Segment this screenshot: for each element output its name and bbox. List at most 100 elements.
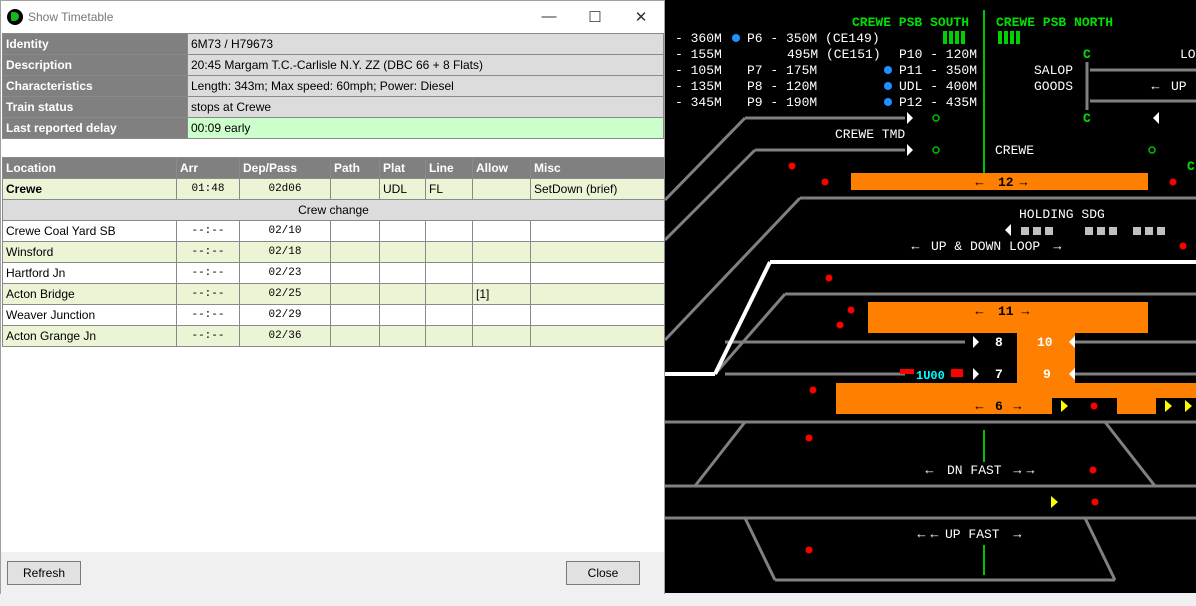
table-row[interactable]: Winsford --:-- 02/18 [2, 241, 665, 263]
cell-allow [472, 304, 531, 326]
cell-plat: UDL [379, 178, 426, 200]
cell-allow [472, 241, 531, 263]
label-up-fast: UP FAST [945, 527, 1000, 542]
cell-arr: --:-- [176, 325, 240, 347]
platform-11: 11 [998, 304, 1014, 319]
length-text: - 345M [675, 95, 722, 110]
show-timetable-dialog: Show Timetable — ☐ ✕ Identity 6M73 / H79… [0, 0, 665, 594]
info-value: stops at Crewe [187, 96, 664, 118]
svg-text:←: ← [909, 238, 922, 253]
length-text: P6 - 350M (CE149) [747, 31, 880, 46]
railway-app-icon [7, 8, 23, 25]
svg-text:←: ← [973, 398, 986, 413]
close-window-button[interactable]: ✕ [618, 2, 664, 32]
column-header-allow[interactable]: Allow [472, 157, 531, 179]
cell-plat [379, 304, 426, 326]
column-header-location[interactable]: Location [2, 157, 177, 179]
track-diagram[interactable]: CREWE PSB SOUTH CREWE PSB NORTH - 360M -… [665, 0, 1196, 593]
platform-12: 12 [998, 175, 1014, 190]
cell-line [425, 220, 473, 242]
svg-text:→: → [1019, 303, 1032, 318]
info-label: Description [2, 54, 188, 76]
info-row-identity: Identity 6M73 / H79673 [2, 33, 664, 55]
cell-path [330, 220, 380, 242]
info-value: 20:45 Margam T.C.-Carlisle N.Y. ZZ (DBC … [187, 54, 664, 76]
length-text: P9 - 190M [747, 95, 817, 110]
svg-text:→: → [1017, 174, 1030, 189]
table-row[interactable]: Acton Bridge --:-- 02/25 [1] [2, 283, 665, 305]
train-info-table: Identity 6M73 / H79673 Description 20:45… [2, 33, 664, 139]
label-up-down-loop: UP & DOWN LOOP [931, 239, 1040, 254]
close-button[interactable]: Close [566, 561, 640, 585]
table-row[interactable]: Crewe Coal Yard SB --:-- 02/10 [2, 220, 665, 242]
column-header-arr[interactable]: Arr [176, 157, 240, 179]
cell-line [425, 283, 473, 305]
length-text: UDL - 400M [899, 79, 977, 94]
cell-dep: 02/29 [239, 304, 331, 326]
cell-misc: SetDown (brief) [530, 178, 665, 200]
train-id[interactable]: 1U00 [916, 369, 945, 383]
train-marker [900, 369, 914, 374]
cell-line [425, 241, 473, 263]
cell-dep: 02/36 [239, 325, 331, 347]
label-salop: SALOP [1034, 63, 1073, 78]
column-header-path[interactable]: Path [330, 157, 380, 179]
window-title: Show Timetable [28, 9, 114, 24]
info-row-characteristics: Characteristics Length: 343m; Max speed:… [2, 75, 664, 97]
length-text: P8 - 120M [747, 79, 817, 94]
svg-text:←: ← [973, 174, 986, 189]
table-row[interactable]: Weaver Junction --:-- 02/29 [2, 304, 665, 326]
table-row[interactable]: Acton Grange Jn --:-- 02/36 [2, 325, 665, 347]
cell-location: Crewe Coal Yard SB [2, 220, 177, 242]
cell-dep: 02/10 [239, 220, 331, 242]
cell-plat [379, 325, 426, 347]
platform-9: 9 [1043, 367, 1051, 382]
signalling-panel[interactable]: CREWE PSB SOUTH CREWE PSB NORTH - 360M -… [665, 0, 1196, 593]
cell-path [330, 283, 380, 305]
column-header-misc[interactable]: Misc [530, 157, 665, 179]
maximize-button[interactable]: ☐ [572, 2, 618, 32]
label-holding-sdg: HOLDING SDG [1019, 207, 1105, 222]
info-label: Identity [2, 33, 188, 55]
length-text: - 135M [675, 79, 722, 94]
info-value: 00:09 early [187, 117, 664, 139]
platform-10: 10 [1037, 335, 1053, 350]
info-label: Train status [2, 96, 188, 118]
dialog-footer: Refresh Close [1, 552, 664, 594]
length-text: - 105M [675, 63, 722, 78]
train-marker [951, 369, 963, 377]
length-text: P12 - 435M [899, 95, 977, 110]
cell-path [330, 325, 380, 347]
svg-text:→: → [1011, 398, 1024, 413]
cell-arr: --:-- [176, 220, 240, 242]
cell-plat [379, 241, 426, 263]
cell-allow [472, 220, 531, 242]
signals[interactable] [788, 162, 1187, 554]
route-indicators [932, 114, 1156, 154]
column-header-dep[interactable]: Dep/Pass [239, 157, 331, 179]
svg-text:←: ← [973, 303, 986, 318]
cell-dep: 02/25 [239, 283, 331, 305]
cell-allow: [1] [472, 283, 531, 305]
cell-plat [379, 220, 426, 242]
refresh-button[interactable]: Refresh [7, 561, 81, 585]
aspect-indicators [1051, 400, 1192, 508]
cell-line: FL [425, 178, 473, 200]
length-text: 495M (CE151) [787, 47, 881, 62]
cell-misc [530, 283, 665, 305]
cell-allow [472, 178, 531, 200]
table-row[interactable]: Crewe 01:48 02d06 UDL FL SetDown (brief) [2, 178, 665, 200]
label-c: C [1083, 47, 1091, 62]
cell-arr: --:-- [176, 304, 240, 326]
cell-misc [530, 262, 665, 284]
column-header-line[interactable]: Line [425, 157, 473, 179]
minimize-button[interactable]: — [526, 2, 572, 32]
svg-text:←←: ←← [915, 526, 941, 541]
length-text: - 155M [675, 47, 722, 62]
table-row[interactable]: Hartford Jn --:-- 02/23 [2, 262, 665, 284]
bottom-strip [0, 594, 1196, 606]
status-blocks [943, 31, 1020, 44]
column-header-plat[interactable]: Plat [379, 157, 426, 179]
cell-location: Winsford [2, 241, 177, 263]
length-text: P10 - 120M [899, 47, 977, 62]
